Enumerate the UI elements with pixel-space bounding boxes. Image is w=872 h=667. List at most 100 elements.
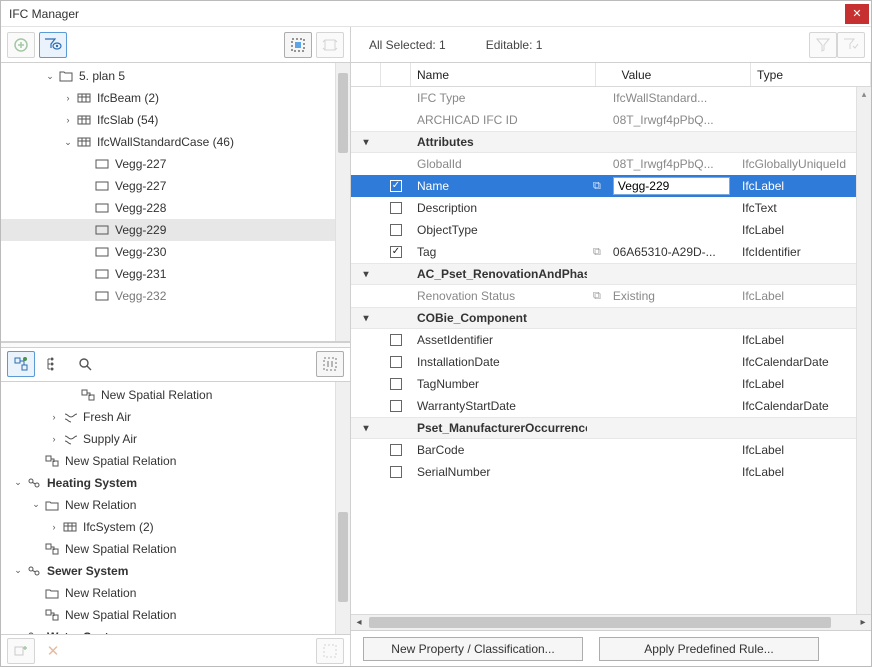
search-button[interactable] — [71, 351, 99, 377]
tree-row[interactable]: Vegg-231 — [1, 263, 335, 285]
chevron-down-icon[interactable]: ▾ — [363, 269, 368, 280]
property-row[interactable]: ✓Tag⧉06A65310-A29D-...IfcIdentifier — [351, 241, 856, 263]
property-row[interactable]: ✓Name⧉Vegg-229IfcLabel — [351, 175, 856, 197]
tree-row[interactable]: ⌄Sewer System — [1, 560, 335, 582]
chevron-down-icon[interactable]: ▾ — [363, 423, 368, 434]
property-value[interactable]: Vegg-229 — [607, 177, 736, 195]
filter-props-button[interactable] — [809, 32, 837, 58]
chevron-right-icon[interactable]: › — [61, 91, 75, 105]
scrollbar-thumb[interactable] — [369, 617, 831, 628]
property-row[interactable]: WarrantyStartDateIfcCalendarDate — [351, 395, 856, 417]
chevron-right-icon[interactable]: › — [47, 432, 61, 446]
model-tree[interactable]: ⌄5. plan 5›IfcBeam (2)›IfcSlab (54)⌄IfcW… — [1, 63, 335, 341]
tree-row[interactable]: New Spatial Relation — [1, 384, 335, 406]
delete-relation-button[interactable]: ✕ — [39, 638, 67, 664]
checkbox[interactable]: ✓ — [390, 246, 402, 258]
checkbox[interactable] — [390, 444, 402, 456]
relations-tree[interactable]: New Spatial Relation›Fresh Air›Supply Ai… — [1, 382, 335, 634]
chevron-right-icon[interactable]: › — [47, 410, 61, 424]
filter-checked-button[interactable] — [837, 32, 865, 58]
property-row[interactable]: DescriptionIfcText — [351, 197, 856, 219]
chevron-down-icon[interactable]: ⌄ — [11, 476, 25, 490]
relation-options-button[interactable] — [316, 351, 344, 377]
tree-row[interactable]: Vegg-227 — [1, 175, 335, 197]
scrollbar-thumb[interactable] — [338, 73, 348, 153]
chevron-right-icon[interactable]: › — [47, 520, 61, 534]
property-row[interactable]: SerialNumberIfcLabel — [351, 461, 856, 483]
new-property-button[interactable]: New Property / Classification... — [363, 637, 583, 661]
new-relation-button[interactable] — [7, 638, 35, 664]
chevron-down-icon[interactable]: ⌄ — [29, 498, 43, 512]
checkbox[interactable] — [390, 378, 402, 390]
property-scrollbar[interactable]: ▴ — [856, 87, 871, 614]
wall-icon — [93, 287, 111, 305]
property-row[interactable]: AssetIdentifierIfcLabel — [351, 329, 856, 351]
tree-row[interactable]: ⌄IfcWallStandardCase (46) — [1, 131, 335, 153]
property-row[interactable]: ARCHICAD IFC ID08T_Irwgf4pPbQ... — [351, 109, 856, 131]
tree-row[interactable]: Vegg-232 — [1, 285, 335, 307]
checkbox[interactable] — [390, 466, 402, 478]
chevron-down-icon[interactable]: ▾ — [363, 137, 368, 148]
relations-tree-scrollbar[interactable] — [335, 382, 350, 634]
checkbox[interactable] — [390, 202, 402, 214]
header-type[interactable]: Type — [751, 63, 871, 86]
tree-row[interactable]: New Spatial Relation — [1, 450, 335, 472]
chevron-down-icon[interactable]: ⌄ — [61, 135, 75, 149]
tree-row[interactable]: Vegg-227 — [1, 153, 335, 175]
header-name[interactable]: Name — [411, 63, 596, 86]
property-value-input[interactable]: Vegg-229 — [613, 177, 730, 195]
chevron-right-icon[interactable]: › — [11, 630, 25, 634]
property-row[interactable]: InstallationDateIfcCalendarDate — [351, 351, 856, 373]
property-row[interactable]: ObjectTypeIfcLabel — [351, 219, 856, 241]
filter-view-button[interactable] — [39, 32, 67, 58]
close-button[interactable]: ✕ — [845, 4, 869, 24]
property-group-header[interactable]: ▾COBie_Component — [351, 307, 856, 329]
add-element-button[interactable] — [7, 32, 35, 58]
property-name: SerialNumber — [411, 465, 587, 479]
scrollbar-thumb[interactable] — [338, 512, 348, 602]
tree-row[interactable]: ⌄5. plan 5 — [1, 65, 335, 87]
property-row[interactable]: GlobalId08T_Irwgf4pPbQ...IfcGloballyUniq… — [351, 153, 856, 175]
chevron-down-icon[interactable]: ⌄ — [11, 564, 25, 578]
tree-row[interactable]: ›Water System — [1, 626, 335, 634]
tree-row[interactable]: Vegg-230 — [1, 241, 335, 263]
tree-row[interactable]: ›IfcBeam (2) — [1, 87, 335, 109]
property-group-header[interactable]: ▾AC_Pset_RenovationAndPhasing — [351, 263, 856, 285]
property-group-header[interactable]: ▾Pset_ManufacturerOccurrence — [351, 417, 856, 439]
isolate-button[interactable] — [316, 32, 344, 58]
apply-relation-button[interactable] — [316, 638, 344, 664]
property-row[interactable]: Renovation Status⧉ExistingIfcLabel — [351, 285, 856, 307]
tree-row[interactable]: ⌄Heating System — [1, 472, 335, 494]
tree-row[interactable]: ›IfcSlab (54) — [1, 109, 335, 131]
checkbox[interactable] — [390, 356, 402, 368]
property-row[interactable]: IFC TypeIfcWallStandard... — [351, 87, 856, 109]
property-type: IfcCalendarDate — [736, 355, 856, 369]
tree-row[interactable]: New Spatial Relation — [1, 604, 335, 626]
checkbox[interactable] — [390, 400, 402, 412]
tree-row[interactable]: Vegg-228 — [1, 197, 335, 219]
checkbox[interactable] — [390, 224, 402, 236]
tree-row[interactable]: ⌄New Relation — [1, 494, 335, 516]
tree-row[interactable]: ›Fresh Air — [1, 406, 335, 428]
tree-row[interactable]: New Relation — [1, 582, 335, 604]
tree-row[interactable]: New Spatial Relation — [1, 538, 335, 560]
header-value[interactable]: Value — [616, 63, 752, 86]
model-tree-scrollbar[interactable] — [335, 63, 350, 341]
tree-row[interactable]: ›Supply Air — [1, 428, 335, 450]
apply-predefined-rule-button[interactable]: Apply Predefined Rule... — [599, 637, 819, 661]
tree-mode-button[interactable] — [39, 351, 67, 377]
chevron-down-icon[interactable]: ⌄ — [43, 69, 57, 83]
checkbox[interactable] — [390, 334, 402, 346]
property-group-header[interactable]: ▾Attributes — [351, 131, 856, 153]
property-list[interactable]: IFC TypeIfcWallStandard...ARCHICAD IFC I… — [351, 87, 856, 614]
tree-row[interactable]: ›IfcSystem (2) — [1, 516, 335, 538]
checkbox[interactable]: ✓ — [390, 180, 402, 192]
property-row[interactable]: TagNumberIfcLabel — [351, 373, 856, 395]
property-hscrollbar[interactable]: ◂ ▸ — [351, 614, 871, 630]
relations-mode-button[interactable] — [7, 351, 35, 377]
property-row[interactable]: BarCodeIfcLabel — [351, 439, 856, 461]
select-in-model-button[interactable] — [284, 32, 312, 58]
chevron-down-icon[interactable]: ▾ — [363, 313, 368, 324]
chevron-right-icon[interactable]: › — [61, 113, 75, 127]
tree-row[interactable]: Vegg-229 — [1, 219, 335, 241]
